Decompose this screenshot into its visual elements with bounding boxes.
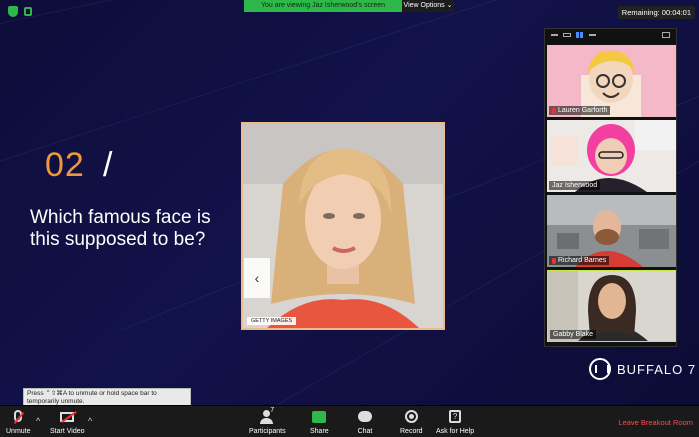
- lock-icon[interactable]: [24, 7, 32, 16]
- participant-gallery: Lauren Garforth Jaz Isherwood Richard Ba…: [544, 28, 677, 347]
- brand-logo: BUFFALO 7: [589, 358, 696, 380]
- view-options-button[interactable]: View Options ⌄: [402, 0, 454, 12]
- record-icon: [404, 410, 418, 423]
- record-button[interactable]: Record: [400, 410, 423, 435]
- muted-mic-icon: [552, 257, 556, 264]
- exit-fullscreen-icon[interactable]: [662, 32, 670, 38]
- brand-name: BUFFALO 7: [617, 361, 697, 377]
- chat-button[interactable]: Chat: [357, 410, 373, 435]
- waxwork-portrait-image: [243, 124, 443, 328]
- minimize-icon[interactable]: [551, 34, 558, 36]
- share-button[interactable]: Share: [310, 410, 329, 435]
- gallery-toolbar: [545, 29, 676, 41]
- participant-name-label: Gabby Blake: [550, 330, 597, 339]
- participant-tile-active-speaker[interactable]: Gabby Blake: [547, 270, 676, 342]
- celebrity-photo: ‹ GETTY IMAGES: [241, 122, 445, 330]
- help-icon: ?: [449, 410, 462, 423]
- participants-button[interactable]: 7 Participants: [249, 407, 286, 435]
- participant-name-label: Lauren Garforth: [549, 106, 611, 115]
- previous-photo-button[interactable]: ‹: [244, 258, 270, 298]
- chat-icon: [358, 411, 372, 422]
- unmute-button[interactable]: Unmute: [6, 410, 31, 435]
- participant-tile[interactable]: Jaz Isherwood: [547, 120, 676, 192]
- participant-tile[interactable]: Richard Barnes: [547, 195, 676, 267]
- share-screen-icon: [312, 411, 327, 423]
- shared-screen: You are viewing Jaz Isherwood's screen V…: [0, 0, 699, 405]
- buffalo-logo-icon: [589, 358, 611, 380]
- question-number: 02: [45, 146, 85, 184]
- participant-tile[interactable]: Lauren Garforth: [547, 45, 676, 117]
- question-slash: /: [103, 146, 113, 184]
- participant-name-label: Jaz Isherwood: [549, 181, 601, 190]
- speaker-view-icon[interactable]: [589, 34, 596, 36]
- audio-options-caret[interactable]: ^: [36, 416, 40, 426]
- gallery-view-icon[interactable]: [576, 32, 584, 38]
- remaining-timer: Remaining: 00:04:01: [617, 6, 695, 19]
- photo-credit: GETTY IMAGES: [247, 317, 297, 325]
- meeting-toolbar: Unmute ^ Start Video ^ 7 Participants Sh…: [0, 405, 699, 437]
- ask-for-help-button[interactable]: ? Ask for Help: [436, 410, 474, 435]
- muted-microphone-icon: [14, 410, 23, 422]
- participants-count: 7: [270, 407, 275, 414]
- hide-video-icon[interactable]: [563, 33, 571, 37]
- question-text: Which famous face is this supposed to be…: [30, 207, 211, 250]
- shield-icon[interactable]: [8, 6, 18, 17]
- video-options-caret[interactable]: ^: [88, 416, 92, 426]
- meeting-info-icons: [8, 6, 32, 17]
- leave-breakout-room-button[interactable]: Leave Breakout Room: [618, 418, 693, 427]
- muted-mic-icon: [552, 107, 556, 114]
- video-off-icon: [60, 412, 75, 422]
- viewing-banner: You are viewing Jaz Isherwood's screen: [244, 0, 402, 12]
- unmute-tooltip: Press ⌃⇧⌘A to unmute or hold space bar t…: [23, 388, 191, 405]
- start-video-button[interactable]: Start Video: [50, 410, 85, 435]
- participant-name-label: Richard Barnes: [549, 256, 610, 265]
